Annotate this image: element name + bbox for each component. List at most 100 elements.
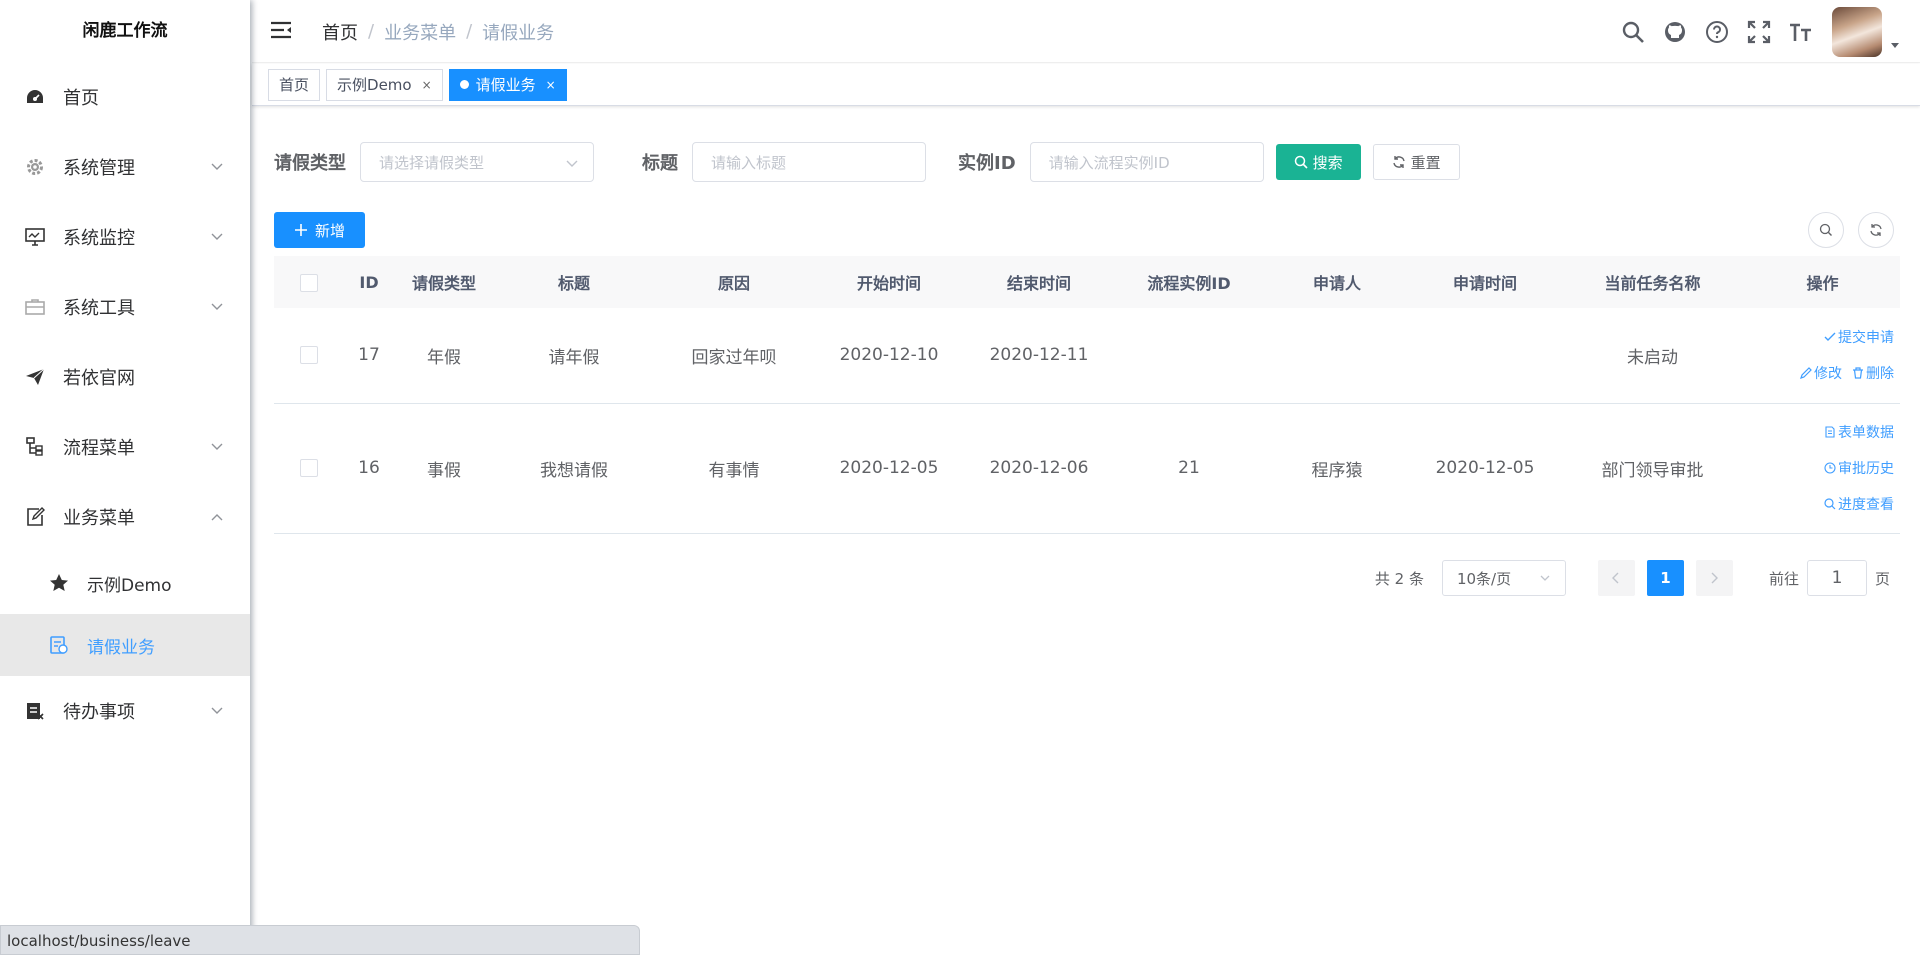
- chevron-down-icon: [211, 303, 223, 310]
- cell-end: 2020-12-11: [989, 345, 1089, 366]
- tag-label: 请假业务: [475, 75, 536, 94]
- hamburger-icon[interactable]: [270, 20, 292, 40]
- cell-reason: 回家过年呗: [691, 347, 777, 368]
- sidebar-subitem-demo[interactable]: 示例Demo: [0, 552, 250, 614]
- navbar: 首页 / 业务菜单 / 请假业务: [252, 0, 1920, 63]
- fullscreen-icon[interactable]: [1746, 19, 1772, 45]
- monitor-icon: [24, 226, 46, 248]
- reset-button-label: 重置: [1410, 153, 1441, 172]
- sidebar-item-label: 流程菜单: [63, 438, 135, 459]
- caret-down-icon[interactable]: [1890, 40, 1900, 50]
- tag-leave-active[interactable]: 请假业务 ×: [448, 68, 567, 101]
- sidebar-item-business-menu[interactable]: 业务菜单: [0, 482, 250, 552]
- active-dot-icon: [459, 80, 469, 89]
- row-checkbox[interactable]: [300, 459, 318, 477]
- search-icon: [1819, 223, 1832, 236]
- sidebar-item-home[interactable]: 首页: [0, 62, 250, 132]
- pagination-total: 共 2 条: [1374, 569, 1424, 588]
- star-icon: [48, 572, 70, 594]
- instance-id-input[interactable]: 请输入流程实例ID: [1029, 142, 1264, 182]
- row-checkbox[interactable]: [300, 346, 318, 365]
- instance-id-label: 实例ID: [958, 153, 1016, 174]
- sidebar-item-label: 若依官网: [63, 368, 135, 389]
- sidebar-item-system-monitor[interactable]: 系统监控: [0, 202, 250, 272]
- leave-type-select[interactable]: 请选择请假类型: [360, 142, 594, 182]
- edit-label: 修改: [1814, 366, 1842, 383]
- prev-page-button[interactable]: [1597, 560, 1635, 596]
- delete-link[interactable]: 删除: [1852, 363, 1894, 383]
- add-button[interactable]: 新增: [274, 212, 366, 248]
- chevron-down-icon: [211, 443, 223, 450]
- table-toolbar: 新增: [274, 212, 1898, 248]
- edit-link[interactable]: 修改: [1800, 363, 1842, 383]
- flow-icon: [24, 436, 46, 458]
- chevron-up-icon: [211, 514, 223, 521]
- add-button-label: 新增: [315, 221, 346, 240]
- sidebar-item-label: 首页: [63, 88, 99, 109]
- sidebar-item-label: 系统监控: [63, 228, 135, 249]
- cell-id: 17: [358, 345, 380, 366]
- cell-task: 部门领导审批: [1601, 460, 1704, 481]
- page-number-current[interactable]: 1: [1646, 560, 1684, 596]
- tag-label: 示例Demo: [337, 75, 412, 94]
- sidebar-item-system-management[interactable]: 系统管理: [0, 132, 250, 202]
- submit-apply-link[interactable]: 提交申请: [1824, 327, 1894, 347]
- cell-title: 我想请假: [540, 460, 608, 481]
- page-size-select[interactable]: 10条/页: [1441, 560, 1566, 596]
- progress-view-link[interactable]: 进度查看: [1824, 494, 1894, 514]
- next-page-button[interactable]: [1695, 560, 1733, 596]
- cell-start: 2020-12-05: [839, 458, 939, 478]
- cell-id: 16: [358, 458, 380, 478]
- edit-icon: [1800, 367, 1812, 380]
- instance-id-placeholder: 请输入流程实例ID: [1048, 153, 1170, 172]
- toggle-search-button[interactable]: [1808, 212, 1844, 248]
- search-icon: [1824, 498, 1836, 510]
- approval-history-link[interactable]: 审批历史: [1824, 458, 1894, 478]
- reset-button[interactable]: 重置: [1372, 144, 1460, 180]
- right-menu: [1604, 0, 1900, 63]
- tag-home[interactable]: 首页: [268, 68, 321, 101]
- sidebar-item-label: 系统工具: [63, 298, 135, 319]
- table-header-row: ID 请假类型 标题 原因 开始时间 结束时间 流程实例ID 申请人 申请时间 …: [274, 256, 1900, 308]
- sidebar-item-flow-menu[interactable]: 流程菜单: [0, 412, 250, 482]
- edit-icon: [24, 506, 46, 528]
- avatar[interactable]: [1832, 6, 1882, 57]
- tag-demo[interactable]: 示例Demo ×: [326, 68, 443, 101]
- paper-plane-icon: [24, 366, 46, 388]
- goto-page-input[interactable]: 1: [1806, 560, 1867, 596]
- sidebar-item-system-tools[interactable]: 系统工具: [0, 272, 250, 342]
- cell-applicant: 程序猿: [1311, 460, 1363, 481]
- github-icon[interactable]: [1662, 19, 1688, 45]
- delete-label: 删除: [1866, 366, 1894, 383]
- chevron-down-icon: [1540, 575, 1550, 581]
- column-header: 原因: [717, 274, 750, 293]
- sidebar-item-ruoyi-site[interactable]: 若依官网: [0, 342, 250, 412]
- browser-status-bar: localhost/business/leave: [0, 925, 640, 955]
- search-button-label: 搜索: [1312, 153, 1343, 172]
- sidebar-item-label: 业务菜单: [63, 508, 135, 529]
- breadcrumb-home[interactable]: 首页: [322, 19, 358, 45]
- submit-apply-label: 提交申请: [1838, 330, 1894, 347]
- refresh-table-button[interactable]: [1858, 212, 1894, 248]
- font-size-icon[interactable]: [1788, 19, 1814, 45]
- help-icon[interactable]: [1704, 19, 1730, 45]
- form-data-link[interactable]: 表单数据: [1824, 422, 1894, 442]
- cell-instance: 21: [1178, 458, 1200, 478]
- cell-applicant: [1264, 308, 1410, 403]
- select-all-checkbox[interactable]: [300, 273, 318, 292]
- sidebar-item-todo[interactable]: 待办事项: [0, 676, 250, 746]
- close-icon[interactable]: ×: [546, 70, 556, 100]
- breadcrumb-separator: /: [466, 21, 473, 42]
- close-icon[interactable]: ×: [422, 70, 432, 100]
- tag-label: 首页: [279, 75, 310, 94]
- title-input[interactable]: 请输入标题: [692, 142, 926, 182]
- select-all-checkbox-cell[interactable]: [274, 256, 344, 308]
- search-button[interactable]: 搜索: [1275, 144, 1361, 180]
- search-icon[interactable]: [1620, 19, 1646, 45]
- sidebar-item-label: 待办事项: [63, 702, 135, 723]
- sidebar-subitem-leave[interactable]: 请假业务: [0, 614, 250, 676]
- form-data-label: 表单数据: [1838, 425, 1894, 441]
- app-logo-title: 闲鹿工作流: [82, 21, 168, 41]
- form-icon: [48, 634, 70, 656]
- refresh-icon: [1392, 156, 1405, 168]
